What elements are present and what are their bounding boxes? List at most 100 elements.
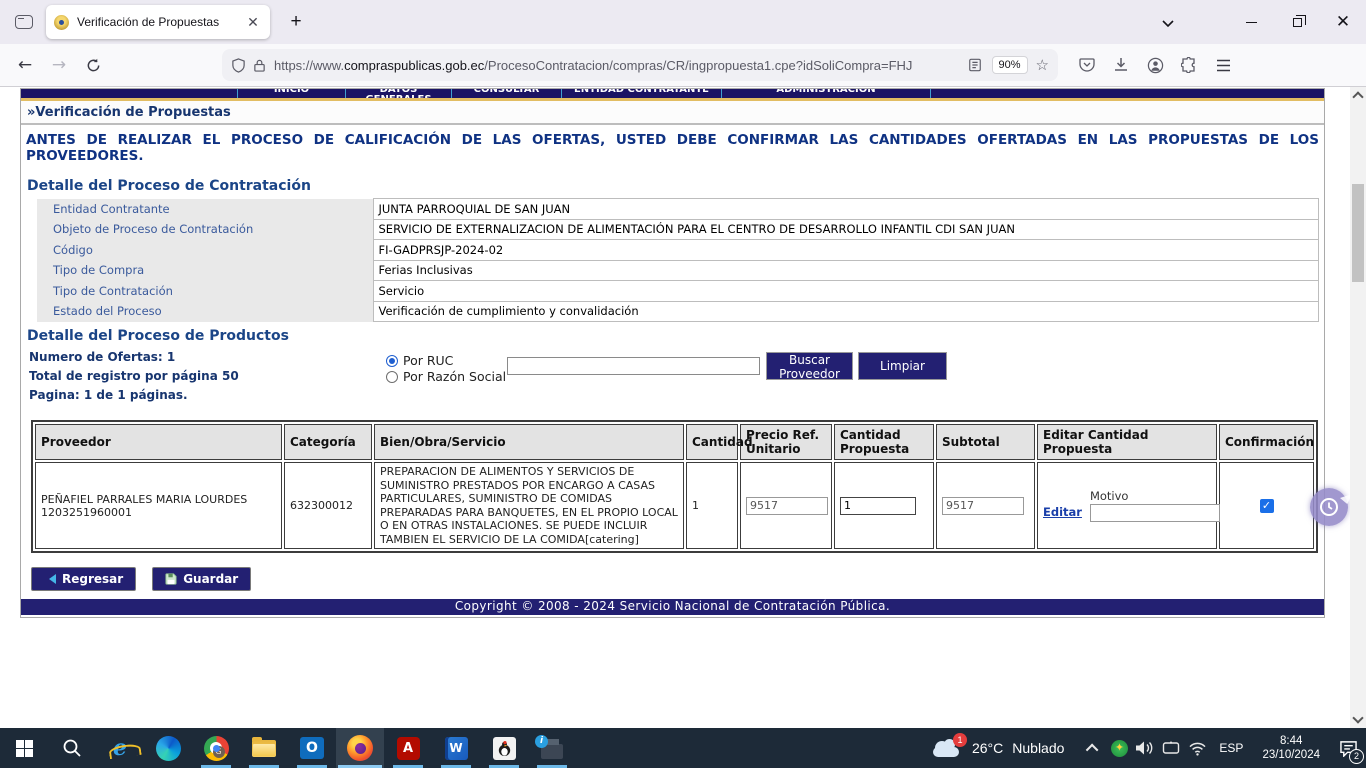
detail-value: SERVICIO DE EXTERNALIZACION DE ALIMENTAC…: [373, 219, 1319, 240]
weather-badge: 1: [953, 733, 967, 747]
taskbar-item-print-tool[interactable]: i: [528, 728, 576, 768]
account-icon[interactable]: [1138, 49, 1172, 81]
info-badge: i: [535, 735, 548, 748]
extensions-icon[interactable]: [1172, 49, 1206, 81]
screen-capture-overlay-icon[interactable]: [1310, 488, 1348, 526]
nav-item[interactable]: Consultar: [451, 89, 561, 98]
taskbar-item-firefox[interactable]: [336, 728, 384, 768]
cell-confirmacion: [1219, 462, 1314, 549]
section-title-productos: Detalle del Proceso de Productos: [27, 328, 1324, 344]
nav-item[interactable]: Inicio: [237, 89, 345, 98]
motivo-input[interactable]: [1090, 504, 1220, 522]
bookmark-star-icon[interactable]: ☆: [1036, 56, 1049, 74]
clock[interactable]: 8:44 23/10/2024: [1262, 734, 1320, 762]
radio-por-ruc[interactable]: Por RUC: [386, 353, 506, 369]
buscar-proveedor-button[interactable]: Buscar Proveedor: [766, 352, 853, 380]
weather-widget[interactable]: 1 26°C Nublado: [931, 738, 1064, 758]
weather-temp: 26°C: [972, 740, 1003, 756]
back-button[interactable]: ←: [8, 49, 42, 81]
tray-chevron-up-icon[interactable]: [1080, 728, 1106, 768]
table-header-row: Proveedor Categoría Bien/Obra/Servicio C…: [35, 424, 1314, 460]
display-connect-icon[interactable]: [1158, 728, 1184, 768]
firefox-view-button[interactable]: [8, 8, 40, 36]
detail-label: Estado del Proceso: [37, 301, 373, 322]
site-footer: Copyright © 2008 - 2024 Servicio Naciona…: [21, 599, 1324, 615]
pocket-icon[interactable]: [1070, 49, 1104, 81]
lock-icon[interactable]: [253, 58, 266, 73]
cantidad-propuesta-input[interactable]: [840, 497, 916, 515]
scroll-down-icon[interactable]: [1352, 712, 1363, 723]
nav-item[interactable]: Entidad Contratante: [561, 89, 721, 98]
new-tab-button[interactable]: +: [282, 11, 310, 33]
file-explorer-icon: [252, 740, 276, 757]
limpiar-button[interactable]: Limpiar: [858, 352, 947, 380]
taskbar-item-internet-explorer[interactable]: e: [96, 728, 144, 768]
regresar-button[interactable]: Regresar: [31, 567, 136, 591]
zoom-level-badge[interactable]: 90%: [992, 56, 1028, 74]
irfanview-icon: [493, 737, 516, 760]
reader-mode-icon[interactable]: [968, 58, 982, 72]
col-header: Precio Ref. Unitario: [740, 424, 832, 460]
wifi-icon[interactable]: [1184, 728, 1210, 768]
radio-label: Por Razón Social: [403, 369, 506, 384]
cell-precio-ref: [740, 462, 832, 549]
close-button[interactable]: ✕: [1320, 0, 1366, 44]
browser-tab[interactable]: Verificación de Propuestas ✕: [46, 5, 270, 39]
table-row: PEÑAFIEL PARRALES MARIA LOURDES120325196…: [35, 462, 1314, 549]
section-title-contratacion: Detalle del Proceso de Contratación: [27, 178, 1324, 194]
taskbar-item-file-explorer[interactable]: [240, 728, 288, 768]
taskbar-item-outlook[interactable]: O: [288, 728, 336, 768]
chrome-icon: G: [204, 736, 229, 761]
site-favicon-icon: [54, 15, 69, 30]
notification-center-button[interactable]: 2: [1330, 728, 1366, 768]
provider-search-input[interactable]: [507, 357, 760, 375]
detail-label: Objeto de Proceso de Contratación: [37, 219, 373, 240]
back-arrow-icon: [44, 574, 56, 584]
language-indicator[interactable]: ESP: [1219, 741, 1243, 755]
antivirus-icon[interactable]: [1106, 728, 1132, 768]
subtotal-input: [942, 497, 1024, 515]
cell-cantidad: 1: [686, 462, 738, 549]
url-bar[interactable]: https://www.compraspublicas.gob.ec/Proce…: [222, 49, 1058, 81]
save-icon: [165, 573, 177, 585]
taskbar-item-edge[interactable]: [144, 728, 192, 768]
radio-por-razon-social[interactable]: Por Razón Social: [386, 369, 506, 385]
search-icon: [62, 738, 82, 758]
col-header: Cantidad Propuesta: [834, 424, 934, 460]
restore-button[interactable]: [1274, 0, 1320, 44]
tab-close-icon[interactable]: ✕: [244, 14, 262, 31]
detail-label: Entidad Contratante: [37, 199, 373, 220]
downloads-icon[interactable]: [1104, 49, 1138, 81]
menu-hamburger-icon[interactable]: [1206, 49, 1240, 81]
radio-unchecked-icon: [386, 371, 398, 383]
volume-icon[interactable]: [1132, 728, 1158, 768]
breadcrumb: »Verificación de Propuestas: [21, 101, 1324, 125]
motivo-label: Motivo: [1090, 489, 1220, 503]
page-scrollbar[interactable]: [1350, 87, 1366, 728]
url-text[interactable]: https://www.compraspublicas.gob.ec/Proce…: [274, 58, 968, 73]
start-button[interactable]: [0, 728, 48, 768]
system-tray: 1 26°C Nublado ESP 8:44 23/10/2024: [931, 728, 1366, 768]
cell-cantidad-propuesta: [834, 462, 934, 549]
nav-item[interactable]: Datos Generales: [345, 89, 451, 98]
shield-icon[interactable]: [231, 58, 246, 73]
browser-toolbar: ← → https://www.compraspublicas.gob.ec/P…: [0, 44, 1366, 87]
firefox-view-icon: [15, 15, 33, 29]
taskbar-item-acrobat[interactable]: A: [384, 728, 432, 768]
search-button[interactable]: [48, 728, 96, 768]
taskbar-item-chrome[interactable]: G: [192, 728, 240, 768]
minimize-button[interactable]: [1228, 0, 1274, 44]
list-tabs-chevron-icon[interactable]: [1150, 13, 1186, 32]
taskbar-item-word[interactable]: W: [432, 728, 480, 768]
nav-item[interactable]: Administración: [721, 89, 931, 98]
taskbar-item-irfanview[interactable]: [480, 728, 528, 768]
scrollbar-thumb[interactable]: [1352, 184, 1364, 282]
editar-link[interactable]: Editar: [1043, 505, 1082, 522]
confirmacion-checkbox[interactable]: [1260, 499, 1274, 513]
warning-text: ANTES DE REALIZAR EL PROCESO DE CALIFICA…: [26, 132, 1319, 164]
guardar-button[interactable]: Guardar: [152, 567, 251, 591]
table-row: Estado del ProcesoVerificación de cumpli…: [37, 301, 1319, 322]
scroll-up-icon[interactable]: [1352, 91, 1363, 102]
forward-button[interactable]: →: [42, 49, 76, 81]
reload-button[interactable]: [76, 49, 110, 81]
